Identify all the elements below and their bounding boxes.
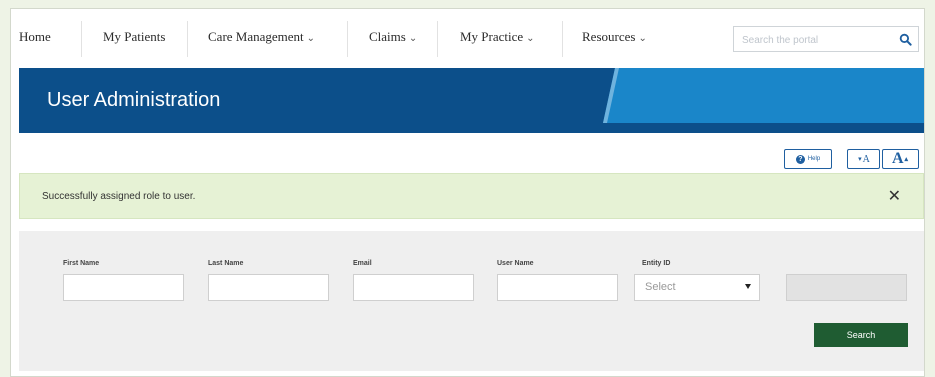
nav-divider	[347, 21, 348, 57]
nav-my-patients-label: My Patients	[103, 29, 166, 44]
nav-care-management[interactable]: Care Management ⌄	[208, 29, 315, 45]
nav-resources-label: Resources	[582, 29, 636, 44]
page-title: User Administration	[47, 89, 221, 111]
page-banner: User Administration	[19, 68, 924, 133]
help-icon: ?	[795, 154, 805, 164]
caret-down-icon: ▾	[858, 155, 862, 163]
close-icon[interactable]: ✕	[888, 186, 901, 206]
nav-claims-label: Claims	[369, 29, 406, 44]
help-button[interactable]: ? Help	[784, 149, 832, 169]
email-label: Email	[353, 260, 372, 267]
entity-id-select[interactable]: Select	[634, 274, 760, 301]
top-nav: Home My Patients Care Management ⌄ Claims…	[11, 9, 924, 67]
disabled-field	[786, 274, 907, 301]
help-label: Help	[807, 156, 821, 162]
chevron-down-icon: ⌄	[306, 33, 316, 44]
entity-id-selected-value: Select	[645, 281, 676, 293]
chevron-down-icon: ⌄	[638, 33, 647, 44]
last-name-field[interactable]	[208, 274, 329, 301]
nav-home-label: Home	[19, 29, 51, 44]
font-increase-label: A	[891, 150, 904, 167]
success-alert: Successfully assigned role to user. ✕	[19, 173, 924, 219]
search-button[interactable]: Search	[814, 323, 908, 347]
nav-my-practice-label: My Practice	[460, 29, 524, 44]
email-field[interactable]	[353, 274, 474, 301]
nav-resources[interactable]: Resources ⌄	[582, 29, 647, 45]
font-decrease-label: A	[862, 153, 870, 165]
chevron-down-icon: ⌄	[408, 33, 418, 44]
first-name-label: First Name	[63, 260, 100, 267]
first-name-field[interactable]	[63, 274, 184, 301]
page-frame: Home My Patients Care Management ⌄ Claims…	[10, 8, 925, 377]
nav-divider	[437, 21, 438, 57]
user-name-field[interactable]	[497, 274, 618, 301]
nav-home[interactable]: Home	[19, 29, 51, 45]
nav-divider	[81, 21, 82, 57]
chevron-down-icon: ⌄	[526, 33, 535, 44]
user-search-panel: First Name Last Name Email User Name Ent…	[19, 231, 924, 371]
search-input[interactable]	[742, 32, 892, 48]
nav-care-management-label: Care Management	[208, 29, 304, 44]
nav-divider	[562, 21, 563, 57]
nav-my-patients[interactable]: My Patients	[103, 29, 165, 45]
dropdown-arrow-icon	[745, 284, 751, 289]
user-name-label: User Name	[497, 260, 534, 267]
last-name-label: Last Name	[208, 260, 244, 267]
search-icon[interactable]	[899, 33, 912, 46]
nav-divider	[187, 21, 188, 57]
nav-claims[interactable]: Claims ⌄	[369, 29, 417, 45]
portal-search	[733, 26, 919, 52]
font-decrease-button[interactable]: ▾ A	[847, 149, 880, 169]
alert-message: Successfully assigned role to user.	[42, 191, 196, 202]
entity-id-label: Entity ID	[642, 260, 671, 267]
nav-my-practice[interactable]: My Practice ⌄	[460, 29, 535, 45]
caret-up-icon: ▴	[904, 155, 909, 163]
font-increase-button[interactable]: A ▴	[882, 149, 919, 169]
